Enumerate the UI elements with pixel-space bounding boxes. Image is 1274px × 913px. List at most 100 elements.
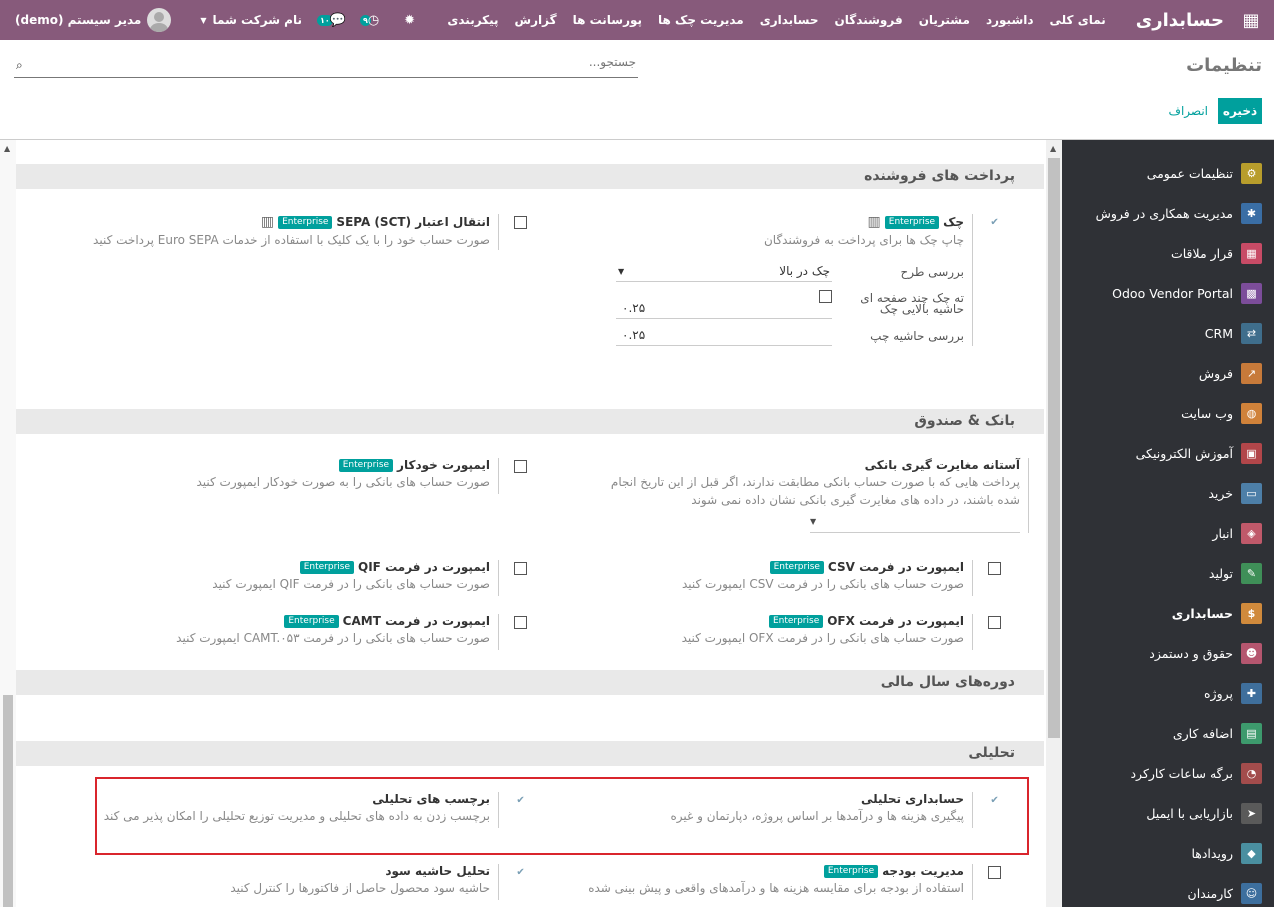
right-scrollbar[interactable]: ▲ <box>1046 140 1062 907</box>
scroll-up-icon[interactable]: ▲ <box>1050 144 1056 153</box>
qif-checkbox[interactable] <box>514 562 527 575</box>
sidebar-item-crm[interactable]: ⇄ CRM <box>1062 313 1274 353</box>
sidebar-item-email-marketing[interactable]: ➤ بازاریابی با ایمیل <box>1062 793 1274 833</box>
setting-description: استفاده از بودجه برای مقایسه هزینه ها و … <box>588 881 964 895</box>
setting-label: ایمپورت در فرمت CAMT <box>342 614 490 628</box>
sidebar-item-payroll[interactable]: ☻ حقوق و دستمزد <box>1062 633 1274 673</box>
sidebar-item-label: خرید <box>1208 485 1233 501</box>
building-icon: ▥ <box>260 214 275 230</box>
menu-reporting[interactable]: گزارش <box>507 0 565 40</box>
gear-icon: ⚙ <box>1241 162 1262 184</box>
enterprise-badge: Enterprise <box>284 614 339 628</box>
margin-analysis-checkbox[interactable]: ✔ <box>514 866 527 879</box>
sepa-checkbox[interactable] <box>514 216 527 229</box>
left-scrollbar[interactable]: ▲ <box>0 140 16 907</box>
sidebar-item-general[interactable]: ⚙ تنظیمات عمومی <box>1062 153 1274 193</box>
user-menu[interactable]: مدیر سیستم (demo) <box>13 8 172 32</box>
app-brand[interactable]: حسابداری <box>1136 10 1224 31</box>
menu-customers[interactable]: مشتریان <box>911 0 978 40</box>
search-input[interactable] <box>14 55 638 69</box>
menu-configuration[interactable]: پیکربندی <box>439 0 506 40</box>
building-icon: ▥ <box>867 214 881 230</box>
analytic-accounting-checkbox[interactable]: ✔ <box>988 794 1001 807</box>
sidebar-item-label: تنظیمات عمومی <box>1146 165 1233 181</box>
sidebar-item-purchase[interactable]: ▭ خرید <box>1062 473 1274 513</box>
sidebar-item-sales-collab[interactable]: ✱ مدیریت همکاری در فروش <box>1062 193 1274 233</box>
sidebar-item-inventory[interactable]: ◈ انبار <box>1062 513 1274 553</box>
enterprise-badge: Enterprise <box>884 215 940 229</box>
top-margin-input[interactable]: ۰.۲۵ <box>616 298 832 319</box>
settings-sidebar: ⚙ تنظیمات عمومی ✱ مدیریت همکاری در فروش ▦ ق… <box>1062 140 1274 907</box>
apps-menu-icon[interactable]: ▦ <box>1228 0 1274 40</box>
sidebar-item-label: وب سایت <box>1181 405 1233 421</box>
company-name: نام شرکت شما <box>212 13 302 27</box>
stopwatch-icon: ◔ <box>1241 762 1262 784</box>
control-panel: تنظیمات ⌕ ذخیره انصراف <box>0 40 1274 140</box>
presentation-icon: ▣ <box>1241 442 1262 464</box>
setting-csv-import: ایمپورت در فرمت CSV Enterprise صورت حساب … <box>517 560 1017 596</box>
setting-description: حاشیه سود محصول حاصل از فاکتورها را کنتر… <box>230 881 490 895</box>
menu-vendors[interactable]: فروشندگان <box>827 0 911 40</box>
menu-check-management[interactable]: مدیریت چک ها <box>650 0 752 40</box>
setting-label: ایمپورت خودکار <box>397 458 490 472</box>
section-analytic: تحلیلی <box>16 741 1044 766</box>
field-label: حاشیه بالایی چک <box>879 302 964 316</box>
sidebar-item-elearning[interactable]: ▣ آموزش الکترونیکی <box>1062 433 1274 473</box>
avatar <box>147 8 172 32</box>
setting-checks: ✔ چک Enterprise ▥ چاپ چک ها برای پرداخت به… <box>517 214 1017 346</box>
sidebar-item-project[interactable]: ✚ پروژه <box>1062 673 1274 713</box>
sidebar-item-vendor-portal[interactable]: ▩ Odoo Vendor Portal <box>1062 273 1274 313</box>
sidebar-item-sales[interactable]: ↗ فروش <box>1062 353 1274 393</box>
sidebar-item-appointment[interactable]: ▦ قرار ملاقات <box>1062 233 1274 273</box>
threshold-date-input[interactable]: ▼ <box>810 511 1020 533</box>
sidebar-item-overtime[interactable]: ▤ اضافه کاری <box>1062 713 1274 753</box>
csv-checkbox[interactable] <box>988 562 1001 575</box>
search-icon[interactable]: ⌕ <box>16 58 23 73</box>
debug-button[interactable]: ✹ <box>404 13 415 28</box>
scroll-up-icon[interactable]: ▲ <box>4 144 10 153</box>
setting-description: برچسب زدن به داده های تحلیلی و مدیریت تو… <box>103 809 490 823</box>
setting-qif-import: ایمپورت در فرمت QIF Enterprise صورت حساب … <box>43 560 543 596</box>
auto-import-checkbox[interactable] <box>514 460 527 473</box>
sidebar-item-employees[interactable]: ☺ کارمندان <box>1062 873 1274 913</box>
enterprise-badge: Enterprise <box>768 614 824 628</box>
setting-description: پرداخت هایی که با صورت حساب بانکی مطابقت… <box>610 475 1020 507</box>
invoice-icon: $ <box>1241 602 1262 624</box>
sidebar-item-accounting[interactable]: $ حسابداری <box>1062 593 1274 633</box>
setting-sepa: انتقال اعتبار (SCT) SEPA Enterprise ▥ صورت… <box>43 214 543 250</box>
analytic-tags-checkbox[interactable]: ✔ <box>514 794 527 807</box>
sidebar-item-label: قرار ملاقات <box>1170 245 1233 261</box>
menu-overview[interactable]: نمای کلی <box>1042 0 1114 40</box>
menu-accounting[interactable]: حسابداری <box>752 0 827 40</box>
discard-button[interactable]: انصراف <box>1169 98 1208 124</box>
budget-checkbox[interactable] <box>988 866 1001 879</box>
setting-description: صورت حساب های بانکی را در فرمت CAMT.۰۵۳ … <box>176 631 490 645</box>
setting-label: آستانه مغایرت گیری بانکی <box>864 458 1020 472</box>
setting-label: تحلیل حاشیه سود <box>385 864 490 878</box>
sidebar-item-timesheet[interactable]: ◔ برگه ساعات کارکرد <box>1062 753 1274 793</box>
search-bar: ⌕ <box>14 55 638 78</box>
menu-dashboard[interactable]: داشبورد <box>978 0 1042 40</box>
user-name: مدیر سیستم (demo) <box>15 13 142 27</box>
caret-down-icon: ▼ <box>810 517 817 526</box>
handshake-icon: ⇄ <box>1241 322 1262 344</box>
checks-checkbox[interactable]: ✔ <box>988 216 1001 229</box>
check-layout-select[interactable]: چک در بالا ▼ <box>616 261 832 282</box>
sidebar-item-events[interactable]: ◆ رویدادها <box>1062 833 1274 873</box>
messages-button[interactable]: ۱۰ 💬 <box>316 13 346 28</box>
save-button[interactable]: ذخیره <box>1218 98 1262 124</box>
ofx-checkbox[interactable] <box>988 616 1001 629</box>
sidebar-item-manufacturing[interactable]: ✎ تولید <box>1062 553 1274 593</box>
calendar-plus-icon: ▤ <box>1241 722 1262 744</box>
top-navbar: ▦ حسابداری نمای کلی داشبورد مشتریان فروش… <box>0 0 1274 40</box>
scroll-thumb[interactable] <box>1048 158 1060 738</box>
scroll-thumb[interactable] <box>3 695 13 907</box>
menu-commissions[interactable]: پورسانت ها <box>565 0 650 40</box>
camt-checkbox[interactable] <box>514 616 527 629</box>
setting-description: صورت حساب های بانکی را در فرمت QIF ایمپو… <box>212 577 490 591</box>
activity-button[interactable]: ۹ ◷ <box>359 13 379 28</box>
sidebar-item-website[interactable]: ◍ وب سایت <box>1062 393 1274 433</box>
left-margin-input[interactable]: ۰.۲۵ <box>616 325 832 346</box>
company-switcher[interactable]: نام شرکت شما ▼ <box>200 13 302 27</box>
puzzle-icon: ✚ <box>1241 682 1262 704</box>
